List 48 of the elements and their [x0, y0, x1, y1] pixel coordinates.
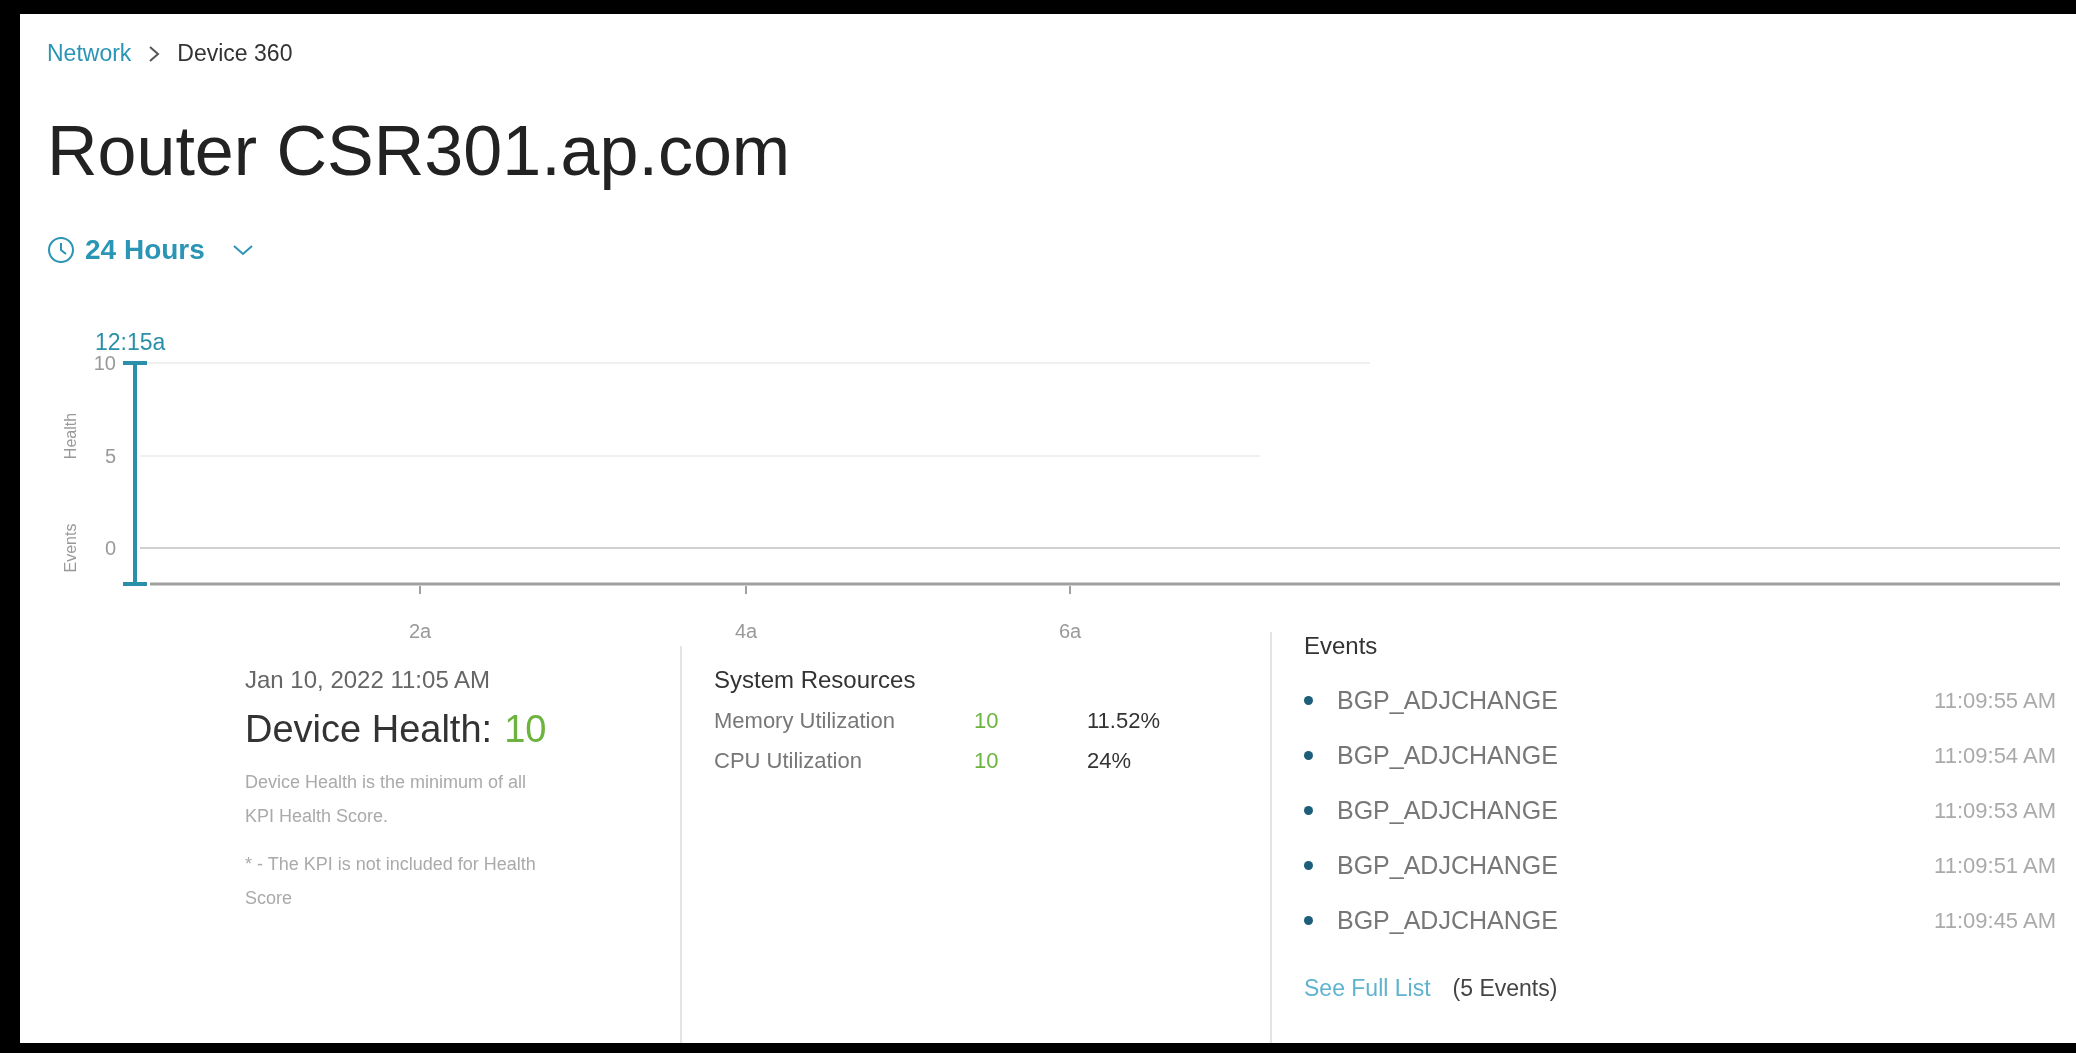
event-count: (5 Events)	[1452, 975, 1558, 1002]
breadcrumb-current: Device 360	[177, 40, 293, 67]
event-time: 11:09:55 AM	[1934, 687, 2056, 714]
page-title: Router CSR301.ap.com	[47, 113, 791, 190]
resource-name: CPU Utilization	[714, 748, 863, 774]
time-range-dropdown[interactable]: 24 Hours	[47, 234, 255, 266]
tick-mark	[1069, 585, 1071, 595]
bullet-icon	[1304, 806, 1313, 815]
y-tick-label: 10	[93, 352, 116, 374]
resource-score: 10	[974, 748, 1000, 774]
event-name: BGP_ADJCHANGE	[1337, 796, 1559, 825]
bullet-icon	[1304, 916, 1313, 925]
section-title: System Resources	[714, 666, 917, 694]
event-name: BGP_ADJCHANGE	[1337, 851, 1559, 880]
event-time: 11:09:53 AM	[1934, 797, 2056, 824]
event-name: BGP_ADJCHANGE	[1337, 906, 1559, 935]
timestamp: Jan 10, 2022 11:05 AM	[245, 666, 492, 694]
event-time: 11:09:54 AM	[1934, 742, 2056, 769]
note-text: Device Health is the minimum of all KPI Health Score.	[245, 771, 528, 828]
resource-score: 10	[974, 708, 1000, 734]
bullet-icon	[1304, 751, 1313, 760]
resource-value: 11.52%	[1087, 708, 1160, 734]
health-score: 10	[504, 708, 547, 751]
clock-icon	[47, 236, 75, 264]
resource-name: Memory Utilization	[714, 708, 896, 734]
tick-mark	[745, 585, 747, 595]
y-tick-label: 5	[104, 445, 116, 467]
event-name: BGP_ADJCHANGE	[1337, 741, 1559, 770]
x-tick-label: 4a	[734, 620, 758, 642]
resource-value: 24%	[1087, 748, 1132, 774]
event-name: BGP_ADJCHANGE	[1337, 686, 1559, 715]
bullet-icon	[1304, 861, 1313, 870]
breadcrumb-link[interactable]: Network	[47, 40, 132, 67]
y-tick-label: 0	[104, 537, 116, 559]
event-time: 11:09:51 AM	[1934, 852, 2056, 879]
chevron-right-icon	[147, 43, 162, 64]
x-tick-label: 6a	[1058, 620, 1082, 642]
health-label: Device Health:	[245, 708, 493, 751]
cursor-time-label: 12:15a	[95, 329, 166, 355]
note-text: * - The KPI is not included for Health Score	[245, 853, 537, 910]
event-time: 11:09:45 AM	[1934, 907, 2056, 934]
tick-mark	[419, 585, 421, 595]
bullet-icon	[1304, 696, 1313, 705]
section-title: Events	[1304, 632, 1379, 660]
x-tick-label: 2a	[408, 620, 432, 642]
axis-title: Events	[62, 523, 79, 573]
see-full-list-link[interactable]: See Full List	[1304, 975, 1431, 1002]
axis-title: Health	[62, 412, 79, 460]
